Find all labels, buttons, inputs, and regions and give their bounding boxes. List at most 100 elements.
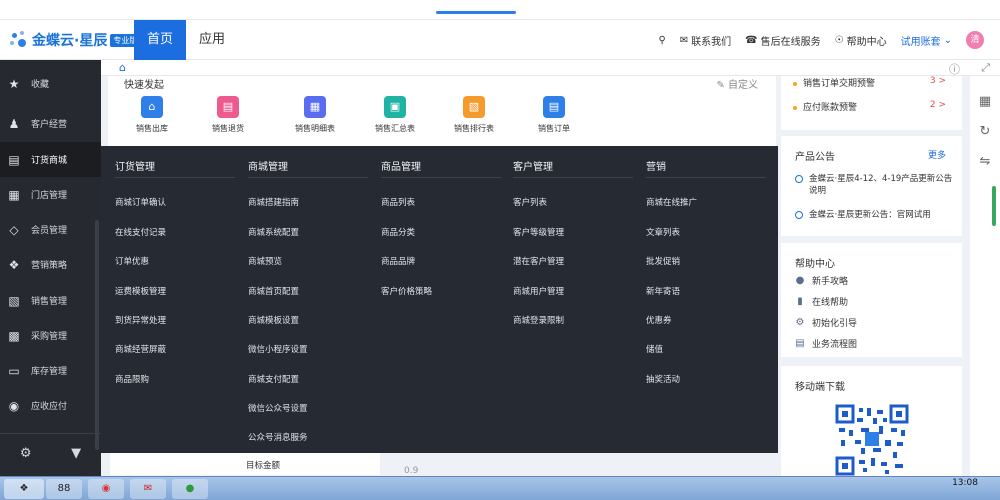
account-selector[interactable]: 试用账套 ⌄ bbox=[901, 33, 952, 48]
pin-icon[interactable]: ▼ bbox=[71, 446, 81, 461]
menu-link[interactable]: 到货异常处理 bbox=[115, 314, 166, 326]
order-mall-menu: 订货管理 商城管理 商品管理 客户管理 营销 商城订单确认 在线支付记录 订单优… bbox=[101, 146, 778, 453]
quick-item-sales-order[interactable]: ▤ 销售订单 bbox=[524, 96, 584, 134]
mail-icon[interactable]: ✉ bbox=[130, 479, 166, 499]
customize-link[interactable]: ✎ 自定义 bbox=[716, 76, 758, 91]
quick-item-sales-out[interactable]: ⌂ 销售出库 bbox=[122, 96, 182, 134]
warning-item[interactable]: 应付账款预警 bbox=[793, 100, 857, 113]
sidebar-item-sales[interactable]: ▧ 销售管理 bbox=[0, 283, 101, 318]
browser-icon[interactable]: ◉ bbox=[88, 479, 124, 499]
menu-link[interactable]: 新年寄语 bbox=[646, 285, 680, 297]
menu-link[interactable]: 储值 bbox=[646, 343, 663, 355]
menu-link[interactable]: 公众号消息服务 bbox=[248, 431, 308, 443]
menu-link[interactable]: 潜在客户管理 bbox=[513, 255, 564, 267]
bar-chart-icon: ▧ bbox=[8, 293, 20, 308]
dot-icon bbox=[793, 81, 797, 86]
refresh-icon[interactable]: ↻ bbox=[977, 124, 993, 140]
settings-gear-icon[interactable]: ⚙ bbox=[20, 446, 32, 461]
menu-link[interactable]: 在线支付记录 bbox=[115, 226, 166, 238]
menu-link[interactable]: 商城在线推广 bbox=[646, 196, 697, 208]
menu-link[interactable]: 商城订单确认 bbox=[115, 196, 166, 208]
quick-item-sales-detail[interactable]: ▦ 销售明细表 bbox=[285, 96, 345, 134]
start-button[interactable]: ❖ bbox=[4, 479, 44, 499]
notice-more-link[interactable]: 更多 bbox=[928, 148, 946, 161]
help-item-online[interactable]: ▮ 在线帮助 bbox=[795, 295, 848, 308]
menu-link[interactable]: 商城系统配置 bbox=[248, 226, 299, 238]
question-icon[interactable]: ⓘ bbox=[949, 61, 960, 77]
doc-icon: ▮ bbox=[797, 295, 803, 307]
menu-link[interactable]: 客户等级管理 bbox=[513, 226, 564, 238]
sidebar-item-inventory[interactable]: ▭ 库存管理 bbox=[0, 353, 101, 388]
search-icon[interactable]: ⚲ bbox=[658, 35, 665, 46]
avatar[interactable]: 清 bbox=[966, 31, 984, 49]
brand-logo[interactable]: 金蝶云·星辰 专业版 bbox=[10, 30, 141, 50]
menu-link[interactable]: 客户价格策略 bbox=[381, 285, 432, 297]
menu-link[interactable]: 商城用户管理 bbox=[513, 285, 564, 297]
sidebar-item-members[interactable]: ◇ 会员管理 bbox=[0, 212, 101, 247]
menu-link[interactable]: 商城支付配置 bbox=[248, 373, 299, 385]
menu-link[interactable]: 商城模板设置 bbox=[248, 314, 299, 326]
sidebar-item-receivables[interactable]: ◉ 应收应付 bbox=[0, 388, 101, 423]
sidebar-item-purchasing[interactable]: ▩ 采购管理 bbox=[0, 318, 101, 353]
menu-link[interactable]: 商城首页配置 bbox=[248, 285, 299, 297]
os-taskbar: ❖ 88 ◉ ✉ ● 13:08 bbox=[0, 476, 1000, 500]
diamond-icon: ◇ bbox=[9, 222, 19, 237]
tab-apps[interactable]: 应用 bbox=[192, 20, 232, 60]
menu-link[interactable]: 客户列表 bbox=[513, 196, 547, 208]
sidebar-item-marketing[interactable]: ❖ 营销策略 bbox=[0, 247, 101, 282]
menu-link[interactable]: 优惠券 bbox=[646, 314, 672, 326]
menu-link[interactable]: 批发促销 bbox=[646, 255, 680, 267]
mobile-download-card: 移动端下载 bbox=[781, 366, 962, 476]
sidebar-footer: ⚙ ▼ bbox=[0, 433, 101, 473]
home-icon[interactable]: ⌂ bbox=[119, 61, 126, 74]
sidebar-item-favorites[interactable]: ★ 收藏 bbox=[0, 66, 101, 101]
layout-icon[interactable]: ▦ bbox=[977, 94, 993, 110]
menu-link[interactable]: 订单优惠 bbox=[115, 255, 149, 267]
menu-link[interactable]: 商城搭建指南 bbox=[248, 196, 299, 208]
sidebar-item-order-mall[interactable]: ▤ 订货商城 bbox=[0, 142, 101, 177]
warning-count[interactable]: 3 > bbox=[930, 76, 946, 86]
help-item-init[interactable]: ⚙ 初始化引导 bbox=[795, 316, 858, 329]
taskbar-app[interactable]: 88 bbox=[46, 479, 82, 499]
warning-count[interactable]: 2 > bbox=[930, 100, 946, 110]
menu-column-title: 商城管理 bbox=[248, 158, 368, 178]
quick-item-sales-summary[interactable]: ▣ 销售汇总表 bbox=[365, 96, 425, 134]
menu-link[interactable]: 商城经营屏蔽 bbox=[115, 343, 166, 355]
notice-item[interactable]: 金蝶云·星辰更新公告：官网试用 bbox=[795, 209, 953, 221]
menu-link[interactable]: 微信公众号设置 bbox=[248, 402, 308, 414]
sidebar-scrollbar[interactable] bbox=[95, 220, 99, 450]
quick-item-sales-ranking[interactable]: ▧ 销售排行表 bbox=[444, 96, 504, 134]
help-item-flow[interactable]: ▤ 业务流程图 bbox=[795, 337, 857, 350]
menu-link[interactable]: 文章列表 bbox=[646, 226, 680, 238]
switch-icon[interactable]: ⇋ bbox=[977, 154, 993, 170]
app-header: 金蝶云·星辰 专业版 首页 应用 ⚲ ✉ 联系我们 ☎ 售后在线服务 ☉ 帮助中心 试… bbox=[0, 20, 1000, 60]
menu-link[interactable]: 商城预览 bbox=[248, 255, 282, 267]
compass-icon: ☉ bbox=[834, 34, 844, 46]
help-center-link[interactable]: ☉ 帮助中心 bbox=[835, 33, 887, 48]
sidebar-item-stores[interactable]: ▦ 门店管理 bbox=[0, 177, 101, 212]
menu-link[interactable]: 运费模板管理 bbox=[115, 285, 166, 297]
right-tool-rail: ▦ ↻ ⇋ bbox=[970, 76, 1000, 476]
chat-app-icon[interactable]: ● bbox=[172, 479, 208, 499]
order-icon: ▤ bbox=[543, 96, 565, 118]
menu-link[interactable]: 商品限购 bbox=[115, 373, 149, 385]
tab-home[interactable]: 首页 bbox=[134, 20, 186, 60]
quick-launch-card: 快速发起 ✎ 自定义 ⌂ 销售出库 ▤ 销售退货 ▦ 销售明细表 ▣ 销售汇总表 ▧ 销售… bbox=[108, 76, 776, 146]
page-scrollbar[interactable] bbox=[992, 186, 996, 226]
menu-link[interactable]: 微信小程序设置 bbox=[248, 343, 308, 355]
menu-link[interactable]: 商品品牌 bbox=[381, 255, 415, 267]
sidebar-item-customers[interactable]: ♟ 客户经营 bbox=[0, 106, 101, 141]
quick-item-sales-return[interactable]: ▤ 销售退货 bbox=[198, 96, 258, 134]
menu-link[interactable]: 商品列表 bbox=[381, 196, 415, 208]
menu-link[interactable]: 抽奖活动 bbox=[646, 373, 680, 385]
warning-item[interactable]: 销售订单交期预警 bbox=[793, 76, 875, 89]
contact-us-link[interactable]: ✉ 联系我们 bbox=[680, 33, 731, 48]
notice-item[interactable]: 金蝶云·星辰4-12、4-19产品更新公告说明 bbox=[795, 173, 953, 197]
gear-icon: ⚙ bbox=[795, 316, 805, 328]
fullscreen-icon[interactable]: ⤢ bbox=[981, 61, 990, 75]
help-item-guide[interactable]: ● 新手攻略 bbox=[795, 274, 848, 287]
menu-link[interactable]: 商品分类 bbox=[381, 226, 415, 238]
summary-icon: ▣ bbox=[384, 96, 406, 118]
menu-link[interactable]: 商城登录限制 bbox=[513, 314, 564, 326]
online-service-link[interactable]: ☎ 售后在线服务 bbox=[745, 33, 820, 48]
